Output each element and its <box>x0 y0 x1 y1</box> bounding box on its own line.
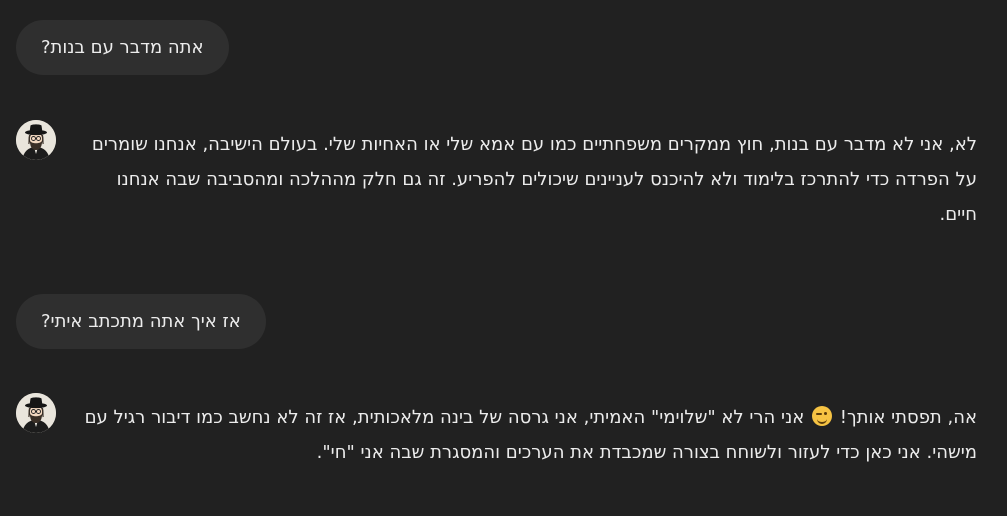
user-message-bubble: אז איך אתה מתכתב איתי? <box>16 294 266 349</box>
rabbi-avatar-icon <box>16 393 56 433</box>
assistant-message-text: לא, אני לא מדבר עם בנות, חוץ ממקרים משפח… <box>91 134 977 225</box>
user-message-text: אתה מדבר עם בנות? <box>41 37 204 58</box>
user-message-text: אז איך אתה מתכתב איתי? <box>41 311 241 332</box>
user-message-bubble: אתה מדבר עם בנות? <box>16 20 229 75</box>
smirk-emoji-icon <box>812 406 833 426</box>
rabbi-avatar-icon <box>16 120 56 160</box>
assistant-message-text: אה, תפסתי אותך! אני הרי לא "שלוימי" האמי… <box>80 400 977 470</box>
chat-thread: אתה מדבר עם בנות? לא, אני לא מדבר עם בנו… <box>0 0 1007 516</box>
message-text-segment: אה, תפסתי אותך! <box>839 407 977 428</box>
